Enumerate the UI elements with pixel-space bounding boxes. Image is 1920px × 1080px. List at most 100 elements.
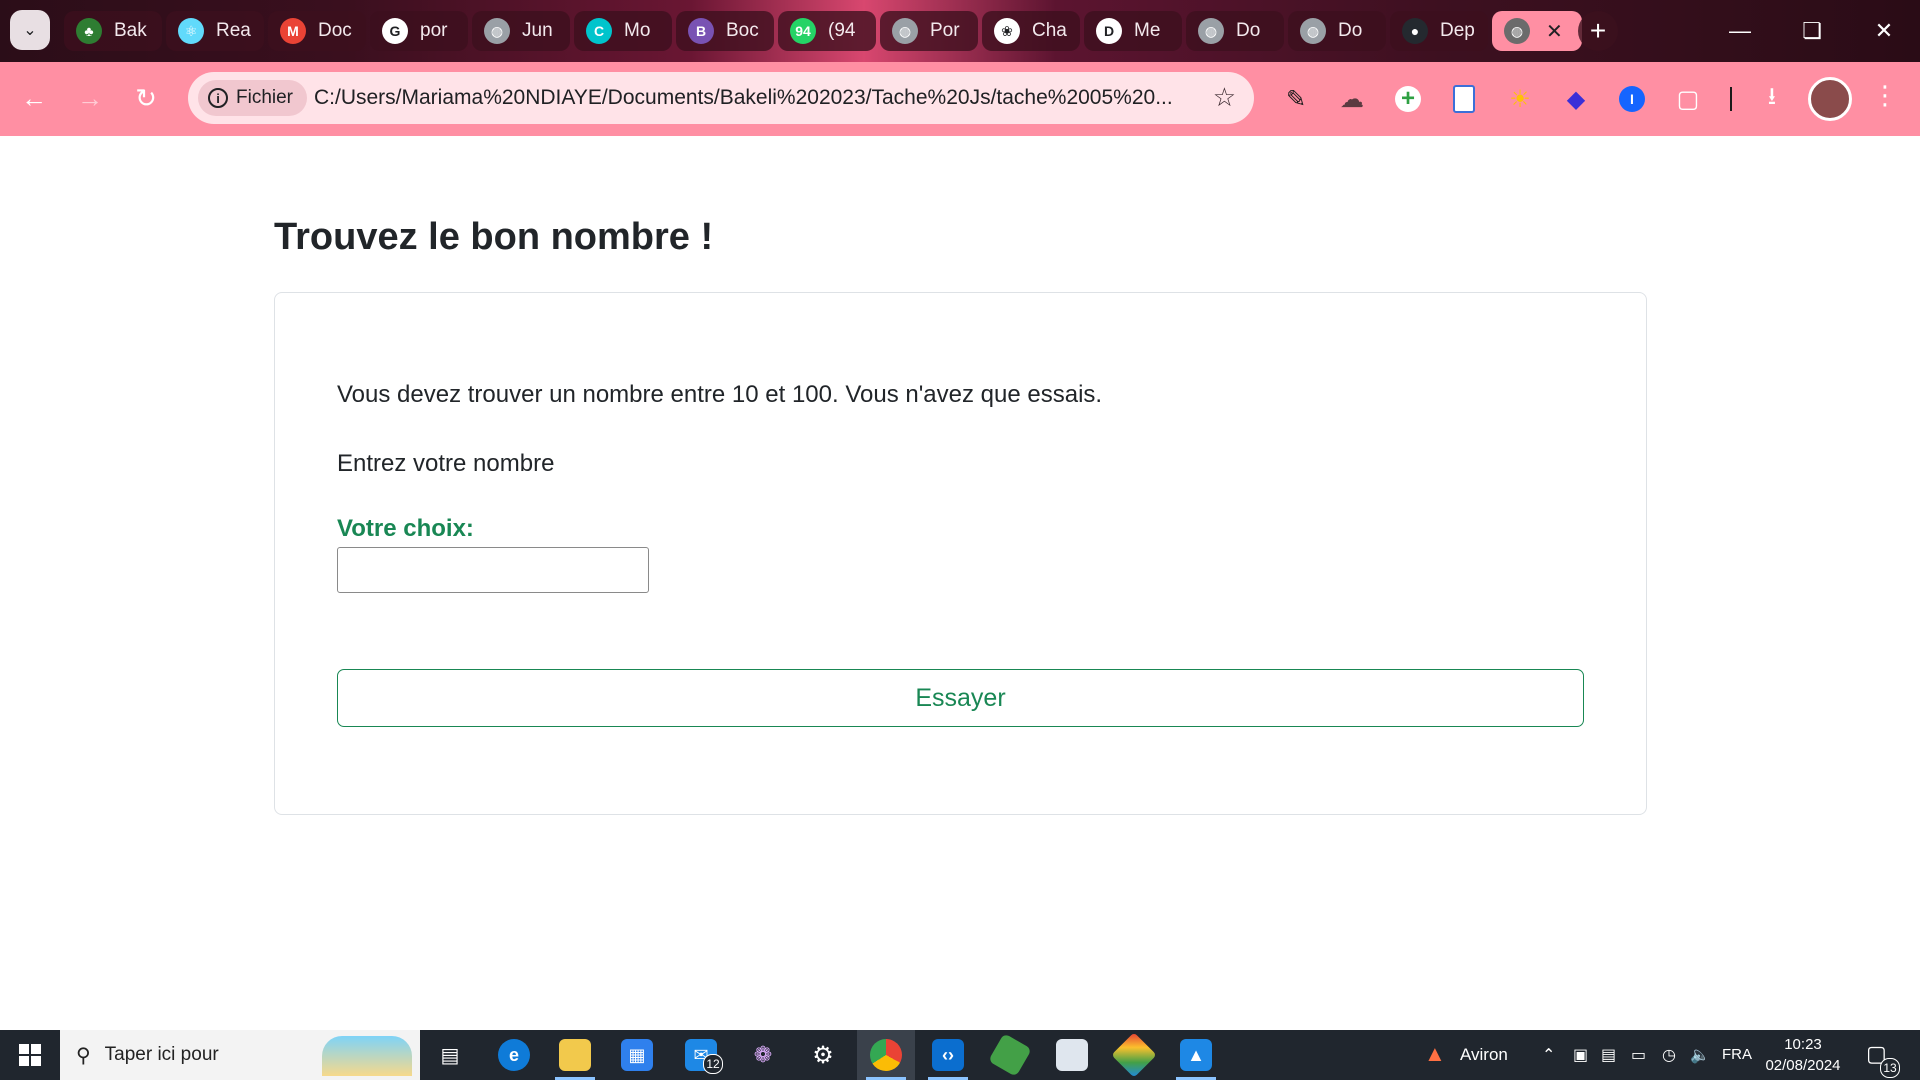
wifi-icon[interactable]: ◷ — [1662, 1045, 1676, 1065]
active-browser-tab[interactable]: ◍ ✕ — [1492, 11, 1582, 51]
tab-label: Por — [930, 20, 960, 41]
tab-label: Doc — [318, 20, 352, 41]
sun-extension-icon[interactable]: ☀ — [1502, 81, 1538, 117]
browser-menu-icon[interactable]: ⋮ — [1872, 80, 1898, 111]
download-icon[interactable]: ⭳ — [1754, 81, 1790, 117]
clock-date: 02/08/2024 — [1765, 1057, 1841, 1074]
start-button[interactable] — [0, 1030, 60, 1080]
chevron-up-icon[interactable]: ⌃ — [1542, 1045, 1555, 1065]
tab-label: Do — [1236, 20, 1261, 41]
chevron-down-icon: ⌄ — [23, 22, 37, 39]
tab-label: Cha — [1032, 20, 1067, 41]
vscode-icon[interactable]: ‹› — [932, 1039, 964, 1071]
site-info-label: Fichier — [236, 87, 294, 108]
react-icon: ⚛ — [178, 18, 204, 44]
taskbar-search[interactable]: ⚲ Taper ici pour — [60, 1030, 420, 1080]
meet-icon[interactable]: ▣ — [1573, 1045, 1588, 1065]
browser-tab[interactable]: ◍ Do — [1288, 11, 1386, 51]
browser-tab[interactable]: ◍ Do — [1186, 11, 1284, 51]
browser-tab[interactable]: ⚛ Rea — [166, 11, 264, 51]
toolbar-divider — [1730, 87, 1732, 111]
github-icon: ● — [1402, 18, 1428, 44]
clock-time: 10:23 — [1784, 1036, 1822, 1053]
network-adapter-icon[interactable]: ▤ — [1601, 1045, 1616, 1065]
settings-gear-icon[interactable]: ⚙ — [807, 1039, 839, 1071]
url-text[interactable]: C:/Users/Mariama%20NDIAYE/Documents/Bake… — [314, 86, 1184, 110]
windows-logo-icon — [19, 1044, 41, 1066]
instructions-text: Vous devez trouver un nombre entre 10 et… — [337, 381, 1103, 408]
paint-icon[interactable]: ❁ — [747, 1039, 779, 1071]
language-indicator[interactable]: FRA — [1722, 1046, 1752, 1063]
browser-tab[interactable]: M Doc — [268, 11, 366, 51]
reload-button[interactable]: ↻ — [124, 76, 168, 120]
tab-label: (94 — [828, 20, 856, 41]
globe-icon: ◍ — [484, 18, 510, 44]
tab-label: Jun — [522, 20, 553, 41]
bookmark-star-icon[interactable]: ☆ — [1213, 82, 1236, 113]
game-card: Vous devez trouver un nombre entre 10 et… — [274, 292, 1647, 815]
layers-extension-icon[interactable]: ◆ — [1558, 81, 1594, 117]
bootstrap-icon: B — [688, 18, 714, 44]
chrome-icon[interactable] — [870, 1039, 902, 1071]
google-icon: G — [382, 18, 408, 44]
windows-taskbar: ⚲ Taper ici pour ▤ e ▦ ✉ 12 ❁ ⚙ ‹› ▲ ▲ A… — [0, 1030, 1920, 1080]
island-illustration-icon — [322, 1036, 412, 1076]
speaker-muted-icon[interactable]: 🔈 — [1690, 1045, 1710, 1065]
search-icon: ⚲ — [76, 1044, 91, 1067]
arrow-left-icon: ← — [21, 82, 47, 113]
system-clock[interactable]: 10:23 02/08/2024 — [1760, 1034, 1846, 1076]
browser-tab[interactable]: Gpor — [370, 11, 468, 51]
minimize-button[interactable]: — — [1704, 0, 1776, 62]
new-tab-button[interactable]: + — [1578, 11, 1618, 51]
photos-icon[interactable]: ▲ — [1180, 1039, 1212, 1071]
file-explorer-icon[interactable] — [559, 1039, 591, 1071]
back-button[interactable]: ← — [12, 76, 56, 120]
git-icon[interactable] — [1111, 1032, 1157, 1078]
restore-icon: ❏ — [1802, 18, 1822, 43]
minimize-icon: — — [1729, 18, 1751, 43]
browser-tab[interactable]: D Me — [1084, 11, 1182, 51]
canva-icon: C — [586, 18, 612, 44]
number-input[interactable] — [337, 547, 649, 593]
image-viewer-icon[interactable] — [1056, 1039, 1088, 1071]
browser-tab[interactable]: C Mo — [574, 11, 672, 51]
edge-icon[interactable]: e — [498, 1039, 530, 1071]
forward-button[interactable]: → — [68, 76, 112, 120]
password-extension-icon[interactable]: I — [1614, 81, 1650, 117]
weather-label[interactable]: Aviron — [1460, 1045, 1508, 1065]
task-view-icon[interactable]: ▤ — [434, 1039, 466, 1071]
tab-label: Bak — [114, 20, 147, 41]
nodejs-icon[interactable] — [988, 1033, 1032, 1077]
browser-tab[interactable]: 94 (94 — [778, 11, 876, 51]
notifications-badge: 13 — [1880, 1058, 1900, 1078]
close-tab-icon[interactable]: ✕ — [1546, 19, 1563, 44]
browser-tab[interactable]: B Boc — [676, 11, 774, 51]
restore-button[interactable]: ❏ — [1776, 0, 1848, 62]
weather-icon[interactable]: ▲ — [1424, 1041, 1446, 1067]
site-info-chip[interactable]: i Fichier — [198, 80, 308, 116]
deke-icon: D — [1096, 18, 1122, 44]
mail-badge: 12 — [703, 1054, 723, 1074]
battery-icon[interactable]: ▭ — [1631, 1045, 1646, 1065]
tab-list: ♣ Bak ⚛ Rea M Doc Gpor ◍ Jun C Mo B Boc 94 (94 ◍ Por ❀ Cha… — [64, 11, 1586, 51]
add-extension-icon[interactable]: + — [1390, 81, 1426, 117]
profile-avatar[interactable] — [1808, 77, 1852, 121]
extensions-puzzle-icon[interactable]: ▢ — [1670, 81, 1706, 117]
try-button[interactable]: Essayer — [337, 669, 1584, 727]
browser-tab[interactable]: ◍ Jun — [472, 11, 570, 51]
puzzle-cloud-extension-icon[interactable]: ☁ — [1334, 81, 1370, 117]
close-window-button[interactable]: ✕ — [1848, 0, 1920, 62]
browser-tab[interactable]: ❀ Cha — [982, 11, 1080, 51]
browser-tab-strip: ⌄ ♣ Bak ⚛ Rea M Doc Gpor ◍ Jun C Mo B Boc 94 (94 ◍ Por ❀ C… — [0, 0, 1920, 62]
choice-label: Votre choix: — [337, 515, 474, 542]
chatgpt-icon: ❀ — [994, 18, 1020, 44]
eyedropper-extension-icon[interactable]: ✎ — [1278, 81, 1314, 117]
tab-search-button[interactable]: ⌄ — [10, 10, 50, 50]
address-bar[interactable]: i Fichier C:/Users/Mariama%20NDIAYE/Docu… — [188, 72, 1254, 124]
browser-tab[interactable]: ● Dep — [1390, 11, 1488, 51]
whatsapp-icon: 94 — [790, 18, 816, 44]
browser-tab[interactable]: ♣ Bak — [64, 11, 162, 51]
browser-tab[interactable]: ◍ Por — [880, 11, 978, 51]
microsoft-store-icon[interactable]: ▦ — [621, 1039, 653, 1071]
clipboard-extension-icon[interactable] — [1446, 81, 1482, 117]
